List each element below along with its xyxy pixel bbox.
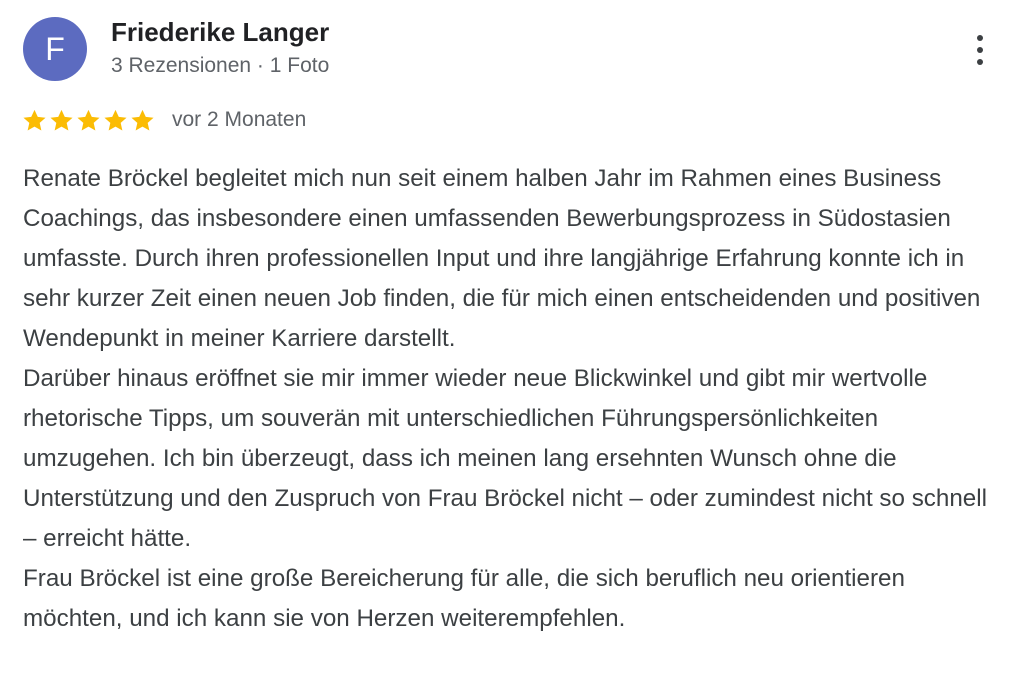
more-vert-icon bbox=[977, 35, 983, 41]
star-icon bbox=[21, 107, 48, 134]
reviewer-name[interactable]: Friederike Langer bbox=[111, 17, 329, 48]
review-card: F Friederike Langer 3 Rezensionen · 1 Fo… bbox=[0, 0, 1014, 682]
star-icon bbox=[102, 107, 129, 134]
star-icon bbox=[75, 107, 102, 134]
review-paragraph: Frau Bröckel ist eine große Bereicherung… bbox=[23, 565, 905, 632]
avatar[interactable]: F bbox=[23, 17, 87, 81]
review-paragraph: Renate Bröckel begleitet mich nun seit e… bbox=[23, 165, 981, 352]
more-vert-icon-dot bbox=[977, 59, 983, 65]
more-options-button[interactable] bbox=[960, 28, 1000, 72]
review-text: Renate Bröckel begleitet mich nun seit e… bbox=[23, 159, 998, 639]
star-icon bbox=[129, 107, 156, 134]
reviewer-meta[interactable]: 3 Rezensionen · 1 Foto bbox=[111, 54, 329, 78]
avatar-initial: F bbox=[45, 30, 65, 67]
review-paragraph: Darüber hinaus eröffnet sie mir immer wi… bbox=[23, 365, 987, 552]
review-date: vor 2 Monaten bbox=[172, 108, 307, 131]
star-rating bbox=[21, 107, 156, 134]
rating-row: vor 2 Monaten bbox=[21, 104, 306, 136]
more-vert-icon-dot bbox=[977, 47, 983, 53]
star-icon bbox=[48, 107, 75, 134]
